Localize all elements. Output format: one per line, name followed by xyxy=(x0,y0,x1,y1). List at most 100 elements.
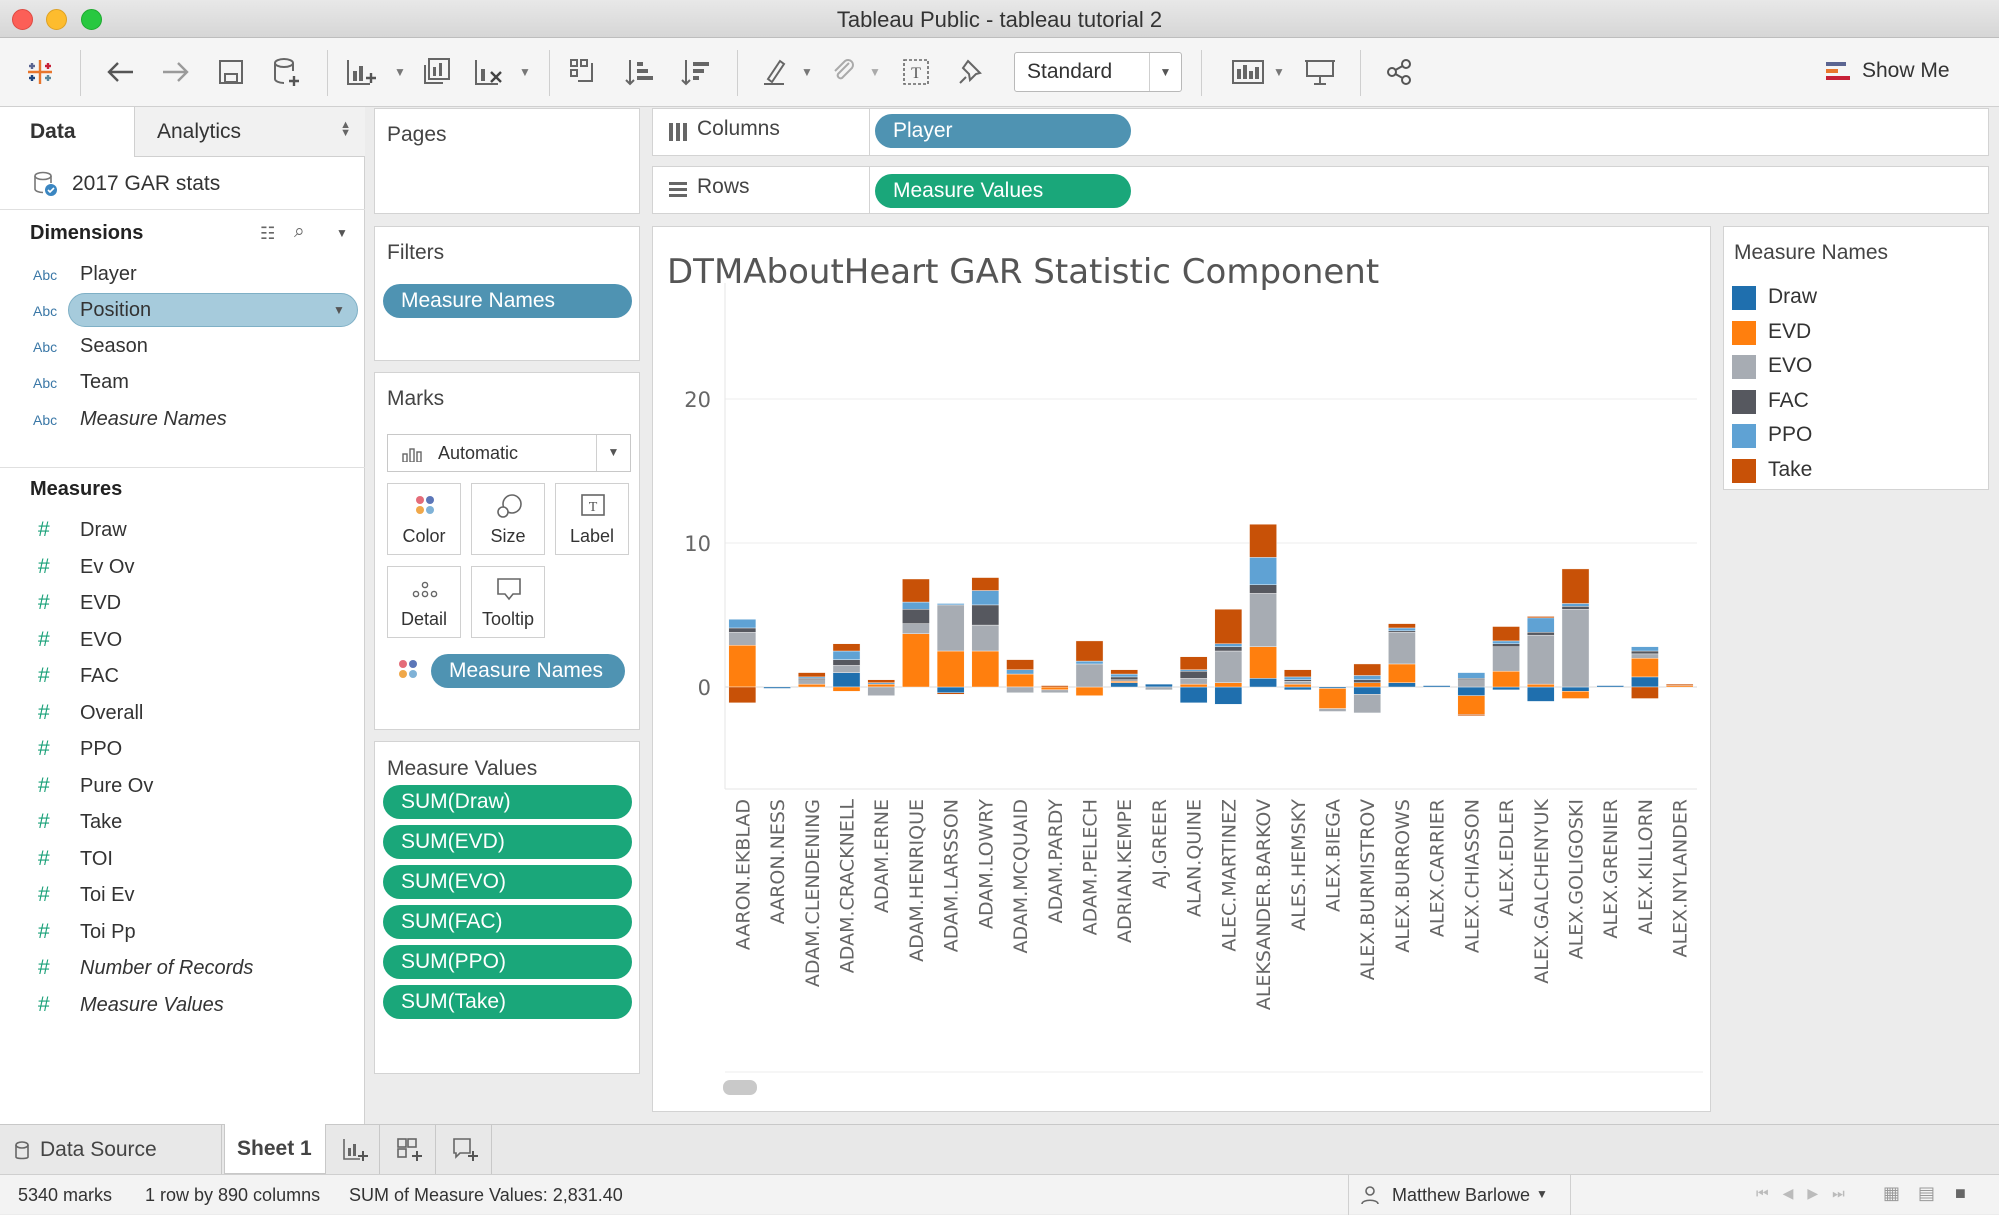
show-me-button[interactable]: Show Me xyxy=(1822,54,1982,90)
x-tick-label: ALEX.BURMISTROV xyxy=(1357,799,1379,980)
detail-mark-button[interactable]: Detail xyxy=(387,566,461,638)
measure-value-pill[interactable]: SUM(FAC) xyxy=(383,905,632,939)
columns-player-pill[interactable]: Player xyxy=(875,114,1131,148)
pages-card[interactable]: Pages xyxy=(374,108,640,214)
visualization-area[interactable]: DTMAboutHeart GAR Statistic Component 0 10… xyxy=(652,226,1711,1112)
marks-color-measure-names-pill[interactable]: Measure Names xyxy=(431,654,625,688)
measure-pure-ov[interactable]: # Pure Ov xyxy=(0,769,365,805)
measure-measure-values[interactable]: # Measure Values xyxy=(0,988,365,1024)
stacked-bar-chart[interactable]: DTMAboutHeart GAR Statistic Component 0 10… xyxy=(653,227,1710,1111)
swap-rows-columns-icon[interactable] xyxy=(564,52,604,92)
new-dashboard-icon xyxy=(397,1138,422,1161)
show-cards-icon[interactable] xyxy=(1228,52,1268,92)
measure-evo[interactable]: # EVO xyxy=(0,623,365,659)
tab-analytics[interactable]: Analytics ▲ ▼ xyxy=(134,107,365,157)
label-mark-button[interactable]: T Label xyxy=(555,483,629,555)
duplicate-sheet-icon[interactable] xyxy=(416,52,456,92)
sort-ascending-icon[interactable] xyxy=(620,52,660,92)
dimension-team[interactable]: Abc Team xyxy=(0,365,365,401)
measure-value-pill[interactable]: SUM(Draw) xyxy=(383,785,632,819)
bar-segment-ppo xyxy=(1388,627,1416,632)
highlight-icon[interactable] xyxy=(755,52,795,92)
rows-measure-values-pill[interactable]: Measure Values xyxy=(875,174,1131,208)
measure-take[interactable]: # Take xyxy=(0,805,365,841)
view-size-select[interactable]: Standard ▼ xyxy=(1014,52,1182,92)
group-dropdown-icon[interactable]: ▼ xyxy=(860,52,890,92)
show-tabs-icon[interactable]: ■ xyxy=(1955,1183,1966,1204)
measure-value-pill[interactable]: SUM(EVD) xyxy=(383,825,632,859)
measure-value-pill[interactable]: SUM(PPO) xyxy=(383,945,632,979)
measure-value-pill[interactable]: SUM(Take) xyxy=(383,985,632,1019)
dimensions-menu-chevron-icon[interactable]: ▼ xyxy=(336,226,348,240)
show-cards-dropdown-icon[interactable]: ▼ xyxy=(1264,52,1294,92)
field-name: Number of Records xyxy=(80,957,254,979)
show-sheet-sorter-icon[interactable]: ▦ xyxy=(1883,1183,1900,1204)
save-icon[interactable] xyxy=(211,52,251,92)
bar-segment-evo xyxy=(1631,653,1659,659)
show-filmstrip-icon[interactable]: ▤ xyxy=(1918,1183,1935,1204)
measure-toi-pp[interactable]: # Toi Pp xyxy=(0,915,365,951)
dimension-measure-names[interactable]: Abc Measure Names xyxy=(0,402,365,438)
group-members-icon[interactable] xyxy=(824,52,864,92)
measure-ev-ov[interactable]: # Ev Ov xyxy=(0,550,365,586)
clear-sheet-dropdown-icon[interactable]: ▼ xyxy=(510,52,540,92)
rows-shelf[interactable]: Rows Measure Values xyxy=(652,166,1989,214)
dimension-position[interactable]: Abc Position ▼ xyxy=(0,293,365,329)
mark-type-select[interactable]: Automatic ▼ xyxy=(387,434,631,472)
highlight-dropdown-icon[interactable]: ▼ xyxy=(792,52,822,92)
user-menu[interactable]: Matthew Barlowe ▼ xyxy=(1356,1175,1566,1215)
sort-descending-icon[interactable] xyxy=(676,52,716,92)
x-tick-label: ALEC.MARTINEZ xyxy=(1218,799,1240,952)
clear-sheet-icon[interactable] xyxy=(469,52,509,92)
measure-overall[interactable]: # Overall xyxy=(0,696,365,732)
fix-axes-pin-icon[interactable] xyxy=(951,52,991,92)
show-mark-labels-icon[interactable]: T xyxy=(896,52,936,92)
show-me-label: Show Me xyxy=(1862,59,1950,82)
list-view-icon[interactable]: ☷ xyxy=(260,224,275,244)
dimension-player[interactable]: Abc Player xyxy=(0,257,365,293)
forward-arrow-icon[interactable] xyxy=(156,52,196,92)
new-datasource-icon[interactable] xyxy=(267,52,307,92)
back-arrow-icon[interactable] xyxy=(100,52,140,92)
measure-toi-ev[interactable]: # Toi Ev xyxy=(0,878,365,914)
presentation-mode-icon[interactable] xyxy=(1300,52,1340,92)
horizontal-scrollbar-thumb[interactable] xyxy=(723,1080,757,1095)
new-worksheet-icon[interactable] xyxy=(342,52,382,92)
color-legend[interactable]: Measure Names Draw EVD EVO FAC PPO Take xyxy=(1723,226,1989,490)
bar-segment-evd xyxy=(1665,685,1694,688)
bar-segment-evo xyxy=(1561,609,1590,688)
measure-evd[interactable]: # EVD xyxy=(0,586,365,622)
color-mark-button[interactable]: Color xyxy=(387,483,461,555)
measure-number-of-records[interactable]: # Number of Records xyxy=(0,951,365,987)
new-worksheet-tab-button[interactable] xyxy=(330,1125,380,1175)
tableau-logo-icon[interactable] xyxy=(20,52,60,92)
sheet-1-tab[interactable]: Sheet 1 xyxy=(224,1124,326,1174)
chevron-down-icon[interactable]: ▼ xyxy=(333,303,345,317)
measure-fac[interactable]: # FAC xyxy=(0,659,365,695)
new-story-tab-button[interactable] xyxy=(438,1125,492,1175)
measure-draw[interactable]: # Draw xyxy=(0,513,365,549)
new-dashboard-tab-button[interactable] xyxy=(382,1125,436,1175)
numeric-measure-icon: # xyxy=(38,773,50,797)
new-worksheet-dropdown-icon[interactable]: ▼ xyxy=(385,52,415,92)
search-icon[interactable]: ⌕ xyxy=(294,221,305,243)
sheet-navigation-arrows-icon[interactable]: ⏮◀▶⏭ xyxy=(1756,1185,1859,1202)
columns-shelf[interactable]: Columns Player xyxy=(652,108,1989,156)
share-icon[interactable] xyxy=(1379,52,1419,92)
filters-card[interactable]: Filters Measure Names xyxy=(374,226,640,361)
measure-value-pill[interactable]: SUM(EVO) xyxy=(383,865,632,899)
measure-ppo[interactable]: # PPO xyxy=(0,732,365,768)
measure-toi[interactable]: # TOI xyxy=(0,842,365,878)
filter-measure-names-pill[interactable]: Measure Names xyxy=(383,284,632,318)
tooltip-mark-button[interactable]: Tooltip xyxy=(471,566,545,638)
tooltip-label: Tooltip xyxy=(481,609,535,629)
user-name: Matthew Barlowe xyxy=(1392,1185,1531,1205)
data-source-tab[interactable]: Data Source xyxy=(0,1125,222,1175)
bar-segment-fac xyxy=(1388,630,1416,633)
x-tick-label: ADAM.CRACKNELL xyxy=(837,799,859,974)
x-tick-label: ALEX.GRENIER xyxy=(1600,799,1622,939)
tab-data[interactable]: Data xyxy=(0,107,134,157)
dimension-season[interactable]: Abc Season xyxy=(0,329,365,365)
size-mark-button[interactable]: Size xyxy=(471,483,545,555)
datasource-item[interactable]: 2017 GAR stats xyxy=(0,157,365,209)
